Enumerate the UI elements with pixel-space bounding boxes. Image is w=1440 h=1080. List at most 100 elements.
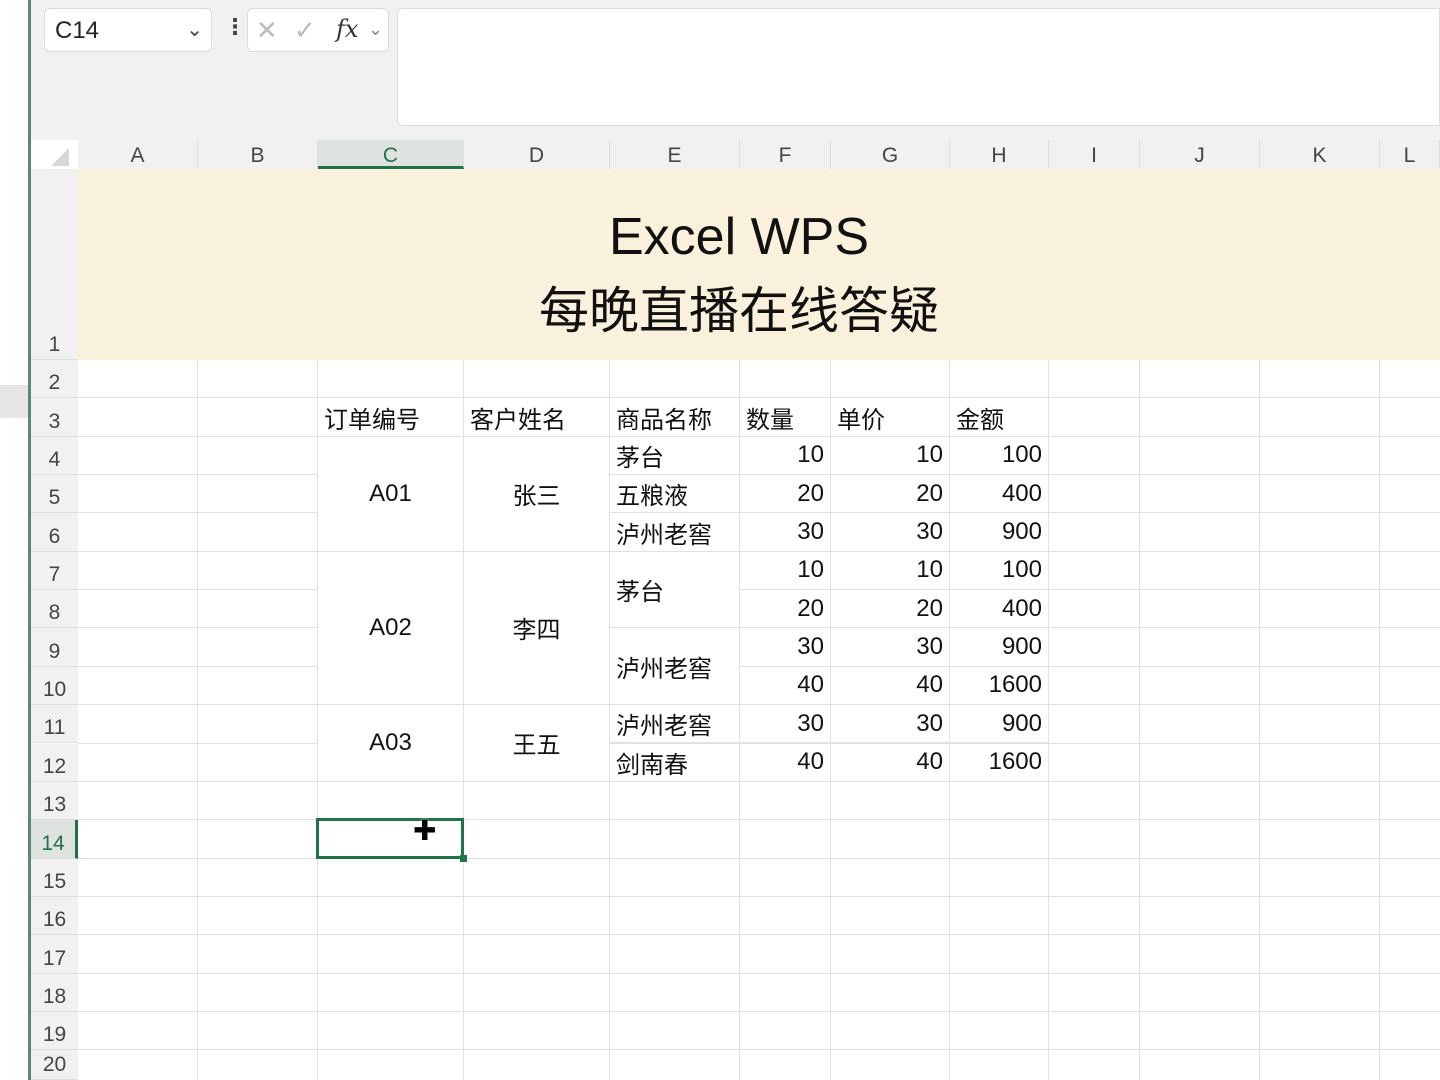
row-header-15[interactable]: 15 bbox=[31, 858, 78, 897]
insert-function-button[interactable]: fx bbox=[336, 15, 358, 43]
banner-title: Excel WPS bbox=[608, 207, 870, 266]
column-header-C[interactable]: C bbox=[318, 140, 464, 169]
column-header-D[interactable]: D bbox=[464, 140, 610, 169]
amount-cell[interactable]: 900 bbox=[950, 513, 1049, 552]
row-header-1[interactable]: 1 bbox=[31, 169, 78, 360]
row-header-2[interactable]: 2 bbox=[31, 360, 78, 399]
amount-cell[interactable]: 1600 bbox=[950, 743, 1049, 782]
price-cell[interactable]: 30 bbox=[831, 705, 950, 744]
product-name-cell[interactable]: 泸州老窖 bbox=[610, 705, 740, 744]
name-box[interactable]: C14 ⌄ bbox=[44, 8, 212, 52]
product-name-cell[interactable]: 五粮液 bbox=[610, 475, 740, 514]
row-header-6[interactable]: 6 bbox=[31, 513, 78, 552]
quantity-cell[interactable]: 40 bbox=[740, 666, 831, 706]
chevron-down-icon[interactable]: ⌄ bbox=[186, 17, 203, 42]
price-cell[interactable]: 10 bbox=[831, 436, 950, 476]
select-all-button[interactable] bbox=[51, 148, 69, 166]
banner-subtitle: 每晚直播在线答疑 bbox=[539, 282, 939, 339]
price-cell[interactable]: 30 bbox=[831, 628, 950, 667]
order-id-cell[interactable]: A03 bbox=[318, 705, 464, 782]
gridline-horizontal bbox=[78, 972, 1440, 974]
quantity-cell[interactable]: 30 bbox=[740, 705, 831, 744]
quantity-cell[interactable]: 20 bbox=[740, 475, 831, 514]
product-name-cell[interactable]: 茅台 bbox=[610, 551, 740, 629]
column-header-K[interactable]: K bbox=[1260, 140, 1380, 169]
column-header-I[interactable]: I bbox=[1049, 140, 1140, 169]
row-header-3[interactable]: 3 bbox=[31, 398, 78, 437]
table-header-cell[interactable]: 数量 bbox=[740, 398, 831, 437]
price-cell[interactable]: 30 bbox=[831, 513, 950, 552]
column-header-J[interactable]: J bbox=[1140, 140, 1260, 169]
column-header-L[interactable]: L bbox=[1380, 140, 1440, 169]
left-margin bbox=[0, 0, 28, 1080]
order-id-cell[interactable]: A02 bbox=[318, 551, 464, 706]
row-header-17[interactable]: 17 bbox=[31, 935, 78, 974]
amount-cell[interactable]: 100 bbox=[950, 436, 1049, 476]
table-header-cell[interactable]: 金额 bbox=[950, 398, 1049, 437]
column-header-H[interactable]: H bbox=[950, 140, 1049, 169]
price-cell[interactable]: 40 bbox=[831, 666, 950, 706]
row-header-18[interactable]: 18 bbox=[31, 973, 78, 1012]
row-header-4[interactable]: 4 bbox=[31, 436, 78, 476]
row-header-19[interactable]: 19 bbox=[31, 1011, 78, 1051]
cancel-icon[interactable]: ✕ bbox=[256, 15, 278, 46]
gridline-horizontal bbox=[78, 1049, 1440, 1051]
title-banner: Excel WPS 每晚直播在线答疑 bbox=[78, 169, 1440, 360]
table-header-cell[interactable]: 商品名称 bbox=[610, 398, 740, 437]
price-cell[interactable]: 40 bbox=[831, 743, 950, 782]
order-id-cell[interactable]: A01 bbox=[318, 436, 464, 552]
row-header-10[interactable]: 10 bbox=[31, 666, 78, 706]
fill-handle[interactable] bbox=[460, 854, 467, 862]
formula-input[interactable] bbox=[397, 8, 1440, 126]
row-header-8[interactable]: 8 bbox=[31, 590, 78, 629]
table-header-cell[interactable]: 订单编号 bbox=[318, 398, 464, 437]
quantity-cell[interactable]: 40 bbox=[740, 743, 831, 782]
column-header-E[interactable]: E bbox=[610, 140, 740, 169]
customer-name-cell[interactable]: 张三 bbox=[464, 436, 610, 552]
price-cell[interactable]: 20 bbox=[831, 475, 950, 514]
amount-cell[interactable]: 900 bbox=[950, 705, 1049, 744]
cursor-crosshair-icon: ✚ bbox=[413, 815, 437, 847]
price-cell[interactable]: 10 bbox=[831, 551, 950, 591]
table-header-cell[interactable]: 客户姓名 bbox=[464, 398, 610, 437]
row-header-20[interactable]: 20 bbox=[31, 1050, 78, 1080]
quantity-cell[interactable]: 20 bbox=[740, 590, 831, 629]
column-header-F[interactable]: F bbox=[740, 140, 831, 169]
table-header-cell[interactable]: 单价 bbox=[831, 398, 950, 437]
selected-cell-outline[interactable] bbox=[316, 818, 464, 859]
row-header-13[interactable]: 13 bbox=[31, 781, 78, 821]
amount-cell[interactable]: 400 bbox=[950, 475, 1049, 514]
row-header-5[interactable]: 5 bbox=[31, 475, 78, 514]
product-name-cell[interactable]: 茅台 bbox=[610, 436, 740, 476]
column-header-A[interactable]: A bbox=[78, 140, 198, 169]
row-header-12[interactable]: 12 bbox=[31, 743, 78, 782]
column-header-B[interactable]: B bbox=[198, 140, 318, 169]
row-header-14[interactable]: 14 bbox=[31, 820, 78, 859]
confirm-icon[interactable]: ✓ bbox=[294, 15, 316, 46]
quantity-cell[interactable]: 10 bbox=[740, 551, 831, 591]
amount-cell[interactable]: 900 bbox=[950, 628, 1049, 667]
chevron-down-icon[interactable]: ⌄ bbox=[368, 19, 383, 40]
customer-name-cell[interactable]: 王五 bbox=[464, 705, 610, 782]
quantity-cell[interactable]: 10 bbox=[740, 436, 831, 476]
row-header-16[interactable]: 16 bbox=[31, 896, 78, 936]
gridline-horizontal bbox=[78, 895, 1440, 897]
product-name-cell[interactable]: 泸州老窖 bbox=[610, 628, 740, 706]
customer-name-cell[interactable]: 李四 bbox=[464, 551, 610, 706]
column-header-G[interactable]: G bbox=[831, 140, 950, 169]
left-margin-block bbox=[0, 385, 28, 418]
quantity-cell[interactable]: 30 bbox=[740, 628, 831, 667]
quantity-cell[interactable]: 30 bbox=[740, 513, 831, 552]
row-header-11[interactable]: 11 bbox=[31, 705, 78, 744]
row-header-7[interactable]: 7 bbox=[31, 551, 78, 591]
gridline-horizontal bbox=[78, 857, 1440, 859]
spreadsheet-grid[interactable]: A B C D E F G H I J K L 1 2 3 4 5 6 7 8 9 10 11 12 13 14 15 16 17 18 1… bbox=[31, 140, 1440, 1080]
amount-cell[interactable]: 400 bbox=[950, 590, 1049, 629]
product-name-cell[interactable]: 泸州老窖 bbox=[610, 513, 740, 552]
product-name-cell[interactable]: 剑南春 bbox=[610, 743, 740, 782]
row-header-9[interactable]: 9 bbox=[31, 628, 78, 667]
amount-cell[interactable]: 100 bbox=[950, 551, 1049, 591]
more-options-icon[interactable]: ⋮ bbox=[224, 14, 246, 40]
price-cell[interactable]: 20 bbox=[831, 590, 950, 629]
amount-cell[interactable]: 1600 bbox=[950, 666, 1049, 706]
